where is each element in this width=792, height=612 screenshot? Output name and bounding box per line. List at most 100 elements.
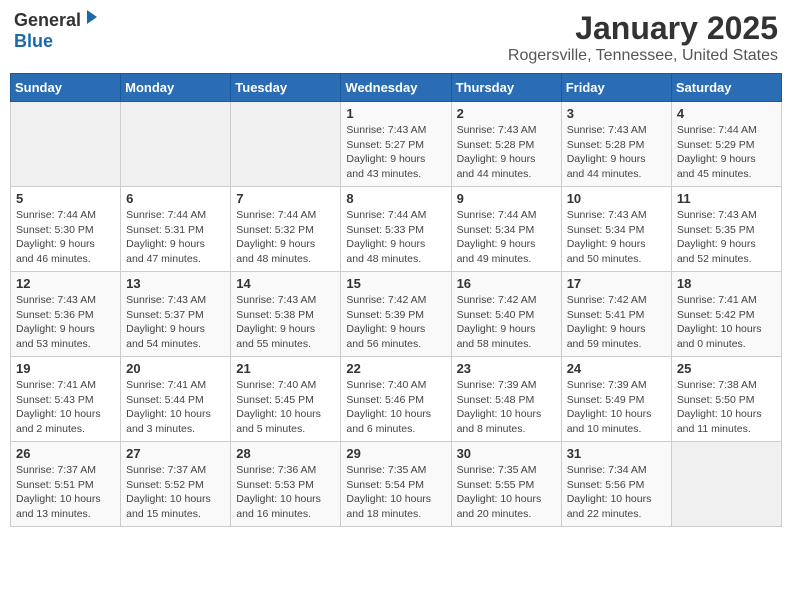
calendar-cell	[231, 102, 341, 187]
day-number: 28	[236, 446, 335, 461]
day-info: Sunrise: 7:43 AM Sunset: 5:36 PM Dayligh…	[16, 293, 115, 352]
day-info: Sunrise: 7:39 AM Sunset: 5:49 PM Dayligh…	[567, 378, 666, 437]
weekday-header-friday: Friday	[561, 74, 671, 102]
day-info: Sunrise: 7:43 AM Sunset: 5:37 PM Dayligh…	[126, 293, 225, 352]
weekday-header-tuesday: Tuesday	[231, 74, 341, 102]
day-info: Sunrise: 7:41 AM Sunset: 5:42 PM Dayligh…	[677, 293, 776, 352]
day-info: Sunrise: 7:44 AM Sunset: 5:32 PM Dayligh…	[236, 208, 335, 267]
weekday-header-thursday: Thursday	[451, 74, 561, 102]
day-number: 3	[567, 106, 666, 121]
day-info: Sunrise: 7:43 AM Sunset: 5:34 PM Dayligh…	[567, 208, 666, 267]
calendar-cell: 20 Sunrise: 7:41 AM Sunset: 5:44 PM Dayli…	[121, 357, 231, 442]
calendar-cell: 22 Sunrise: 7:40 AM Sunset: 5:46 PM Dayli…	[341, 357, 451, 442]
logo-blue-text: Blue	[14, 31, 53, 51]
day-number: 30	[457, 446, 556, 461]
calendar-cell: 21Sunrise: 7:40 AM Sunset: 5:45 PM Dayli…	[231, 357, 341, 442]
calendar-cell: 6 Sunrise: 7:44 AM Sunset: 5:31 PM Daylig…	[121, 187, 231, 272]
day-number: 9	[457, 191, 556, 206]
day-number: 16	[457, 276, 556, 291]
day-info: Sunrise: 7:35 AM Sunset: 5:55 PM Dayligh…	[457, 463, 556, 522]
calendar-cell: 19Sunrise: 7:41 AM Sunset: 5:43 PM Dayli…	[11, 357, 121, 442]
day-info: Sunrise: 7:43 AM Sunset: 5:28 PM Dayligh…	[567, 123, 666, 182]
day-number: 22	[346, 361, 445, 376]
day-number: 13	[126, 276, 225, 291]
day-info: Sunrise: 7:42 AM Sunset: 5:39 PM Dayligh…	[346, 293, 445, 352]
calendar-cell: 8 Sunrise: 7:44 AM Sunset: 5:33 PM Daylig…	[341, 187, 451, 272]
day-number: 1	[346, 106, 445, 121]
day-number: 23	[457, 361, 556, 376]
day-info: Sunrise: 7:43 AM Sunset: 5:28 PM Dayligh…	[457, 123, 556, 182]
calendar-cell	[121, 102, 231, 187]
calendar-table: SundayMondayTuesdayWednesdayThursdayFrid…	[10, 73, 782, 527]
day-info: Sunrise: 7:42 AM Sunset: 5:40 PM Dayligh…	[457, 293, 556, 352]
day-number: 31	[567, 446, 666, 461]
calendar-cell: 10 Sunrise: 7:43 AM Sunset: 5:34 PM Dayli…	[561, 187, 671, 272]
calendar-cell: 30 Sunrise: 7:35 AM Sunset: 5:55 PM Dayli…	[451, 442, 561, 527]
logo-general-text: General	[14, 10, 81, 31]
calendar-week-3: 19Sunrise: 7:41 AM Sunset: 5:43 PM Dayli…	[11, 357, 782, 442]
logo: General Blue	[14, 10, 99, 52]
calendar-cell: 2 Sunrise: 7:43 AM Sunset: 5:28 PM Daylig…	[451, 102, 561, 187]
calendar-title: January 2025	[508, 10, 778, 47]
day-info: Sunrise: 7:40 AM Sunset: 5:46 PM Dayligh…	[346, 378, 445, 437]
calendar-cell: 24 Sunrise: 7:39 AM Sunset: 5:49 PM Dayli…	[561, 357, 671, 442]
day-info: Sunrise: 7:41 AM Sunset: 5:44 PM Dayligh…	[126, 378, 225, 437]
day-info: Sunrise: 7:43 AM Sunset: 5:27 PM Dayligh…	[346, 123, 445, 182]
day-number: 8	[346, 191, 445, 206]
calendar-cell	[671, 442, 781, 527]
calendar-cell: 25Sunrise: 7:38 AM Sunset: 5:50 PM Dayli…	[671, 357, 781, 442]
calendar-cell: 3 Sunrise: 7:43 AM Sunset: 5:28 PM Daylig…	[561, 102, 671, 187]
calendar-week-0: 1 Sunrise: 7:43 AM Sunset: 5:27 PM Daylig…	[11, 102, 782, 187]
day-number: 2	[457, 106, 556, 121]
calendar-cell: 18 Sunrise: 7:41 AM Sunset: 5:42 PM Dayli…	[671, 272, 781, 357]
weekday-header-saturday: Saturday	[671, 74, 781, 102]
day-info: Sunrise: 7:44 AM Sunset: 5:31 PM Dayligh…	[126, 208, 225, 267]
calendar-cell: 28Sunrise: 7:36 AM Sunset: 5:53 PM Dayli…	[231, 442, 341, 527]
day-number: 7	[236, 191, 335, 206]
calendar-cell: 5 Sunrise: 7:44 AM Sunset: 5:30 PM Daylig…	[11, 187, 121, 272]
calendar-cell: 23 Sunrise: 7:39 AM Sunset: 5:48 PM Dayli…	[451, 357, 561, 442]
calendar-cell: 7 Sunrise: 7:44 AM Sunset: 5:32 PM Daylig…	[231, 187, 341, 272]
calendar-cell: 27Sunrise: 7:37 AM Sunset: 5:52 PM Dayli…	[121, 442, 231, 527]
day-info: Sunrise: 7:44 AM Sunset: 5:30 PM Dayligh…	[16, 208, 115, 267]
calendar-cell: 31 Sunrise: 7:34 AM Sunset: 5:56 PM Dayli…	[561, 442, 671, 527]
day-info: Sunrise: 7:44 AM Sunset: 5:33 PM Dayligh…	[346, 208, 445, 267]
calendar-cell: 13 Sunrise: 7:43 AM Sunset: 5:37 PM Dayli…	[121, 272, 231, 357]
day-info: Sunrise: 7:42 AM Sunset: 5:41 PM Dayligh…	[567, 293, 666, 352]
day-number: 21	[236, 361, 335, 376]
calendar-cell: 4Sunrise: 7:44 AM Sunset: 5:29 PM Daylig…	[671, 102, 781, 187]
day-number: 18	[677, 276, 776, 291]
day-number: 6	[126, 191, 225, 206]
weekday-header-row: SundayMondayTuesdayWednesdayThursdayFrid…	[11, 74, 782, 102]
day-number: 10	[567, 191, 666, 206]
calendar-cell	[11, 102, 121, 187]
day-info: Sunrise: 7:35 AM Sunset: 5:54 PM Dayligh…	[346, 463, 445, 522]
weekday-header-monday: Monday	[121, 74, 231, 102]
day-info: Sunrise: 7:34 AM Sunset: 5:56 PM Dayligh…	[567, 463, 666, 522]
day-number: 12	[16, 276, 115, 291]
day-info: Sunrise: 7:44 AM Sunset: 5:29 PM Dayligh…	[677, 123, 776, 182]
calendar-cell: 16 Sunrise: 7:42 AM Sunset: 5:40 PM Dayli…	[451, 272, 561, 357]
day-info: Sunrise: 7:38 AM Sunset: 5:50 PM Dayligh…	[677, 378, 776, 437]
weekday-header-sunday: Sunday	[11, 74, 121, 102]
calendar-cell: 9 Sunrise: 7:44 AM Sunset: 5:34 PM Daylig…	[451, 187, 561, 272]
day-info: Sunrise: 7:44 AM Sunset: 5:34 PM Dayligh…	[457, 208, 556, 267]
calendar-cell: 17Sunrise: 7:42 AM Sunset: 5:41 PM Dayli…	[561, 272, 671, 357]
day-info: Sunrise: 7:37 AM Sunset: 5:51 PM Dayligh…	[16, 463, 115, 522]
day-number: 24	[567, 361, 666, 376]
calendar-cell: 12 Sunrise: 7:43 AM Sunset: 5:36 PM Dayli…	[11, 272, 121, 357]
title-area: January 2025 Rogersville, Tennessee, Uni…	[508, 10, 778, 65]
day-number: 19	[16, 361, 115, 376]
calendar-cell: 26Sunrise: 7:37 AM Sunset: 5:51 PM Dayli…	[11, 442, 121, 527]
day-info: Sunrise: 7:37 AM Sunset: 5:52 PM Dayligh…	[126, 463, 225, 522]
day-number: 20	[126, 361, 225, 376]
calendar-week-2: 12 Sunrise: 7:43 AM Sunset: 5:36 PM Dayli…	[11, 272, 782, 357]
calendar-week-4: 26Sunrise: 7:37 AM Sunset: 5:51 PM Dayli…	[11, 442, 782, 527]
calendar-cell: 14Sunrise: 7:43 AM Sunset: 5:38 PM Dayli…	[231, 272, 341, 357]
day-info: Sunrise: 7:39 AM Sunset: 5:48 PM Dayligh…	[457, 378, 556, 437]
logo-triangle-icon	[83, 10, 99, 31]
day-number: 5	[16, 191, 115, 206]
calendar-cell: 15Sunrise: 7:42 AM Sunset: 5:39 PM Dayli…	[341, 272, 451, 357]
day-number: 11	[677, 191, 776, 206]
calendar-cell: 11Sunrise: 7:43 AM Sunset: 5:35 PM Dayli…	[671, 187, 781, 272]
